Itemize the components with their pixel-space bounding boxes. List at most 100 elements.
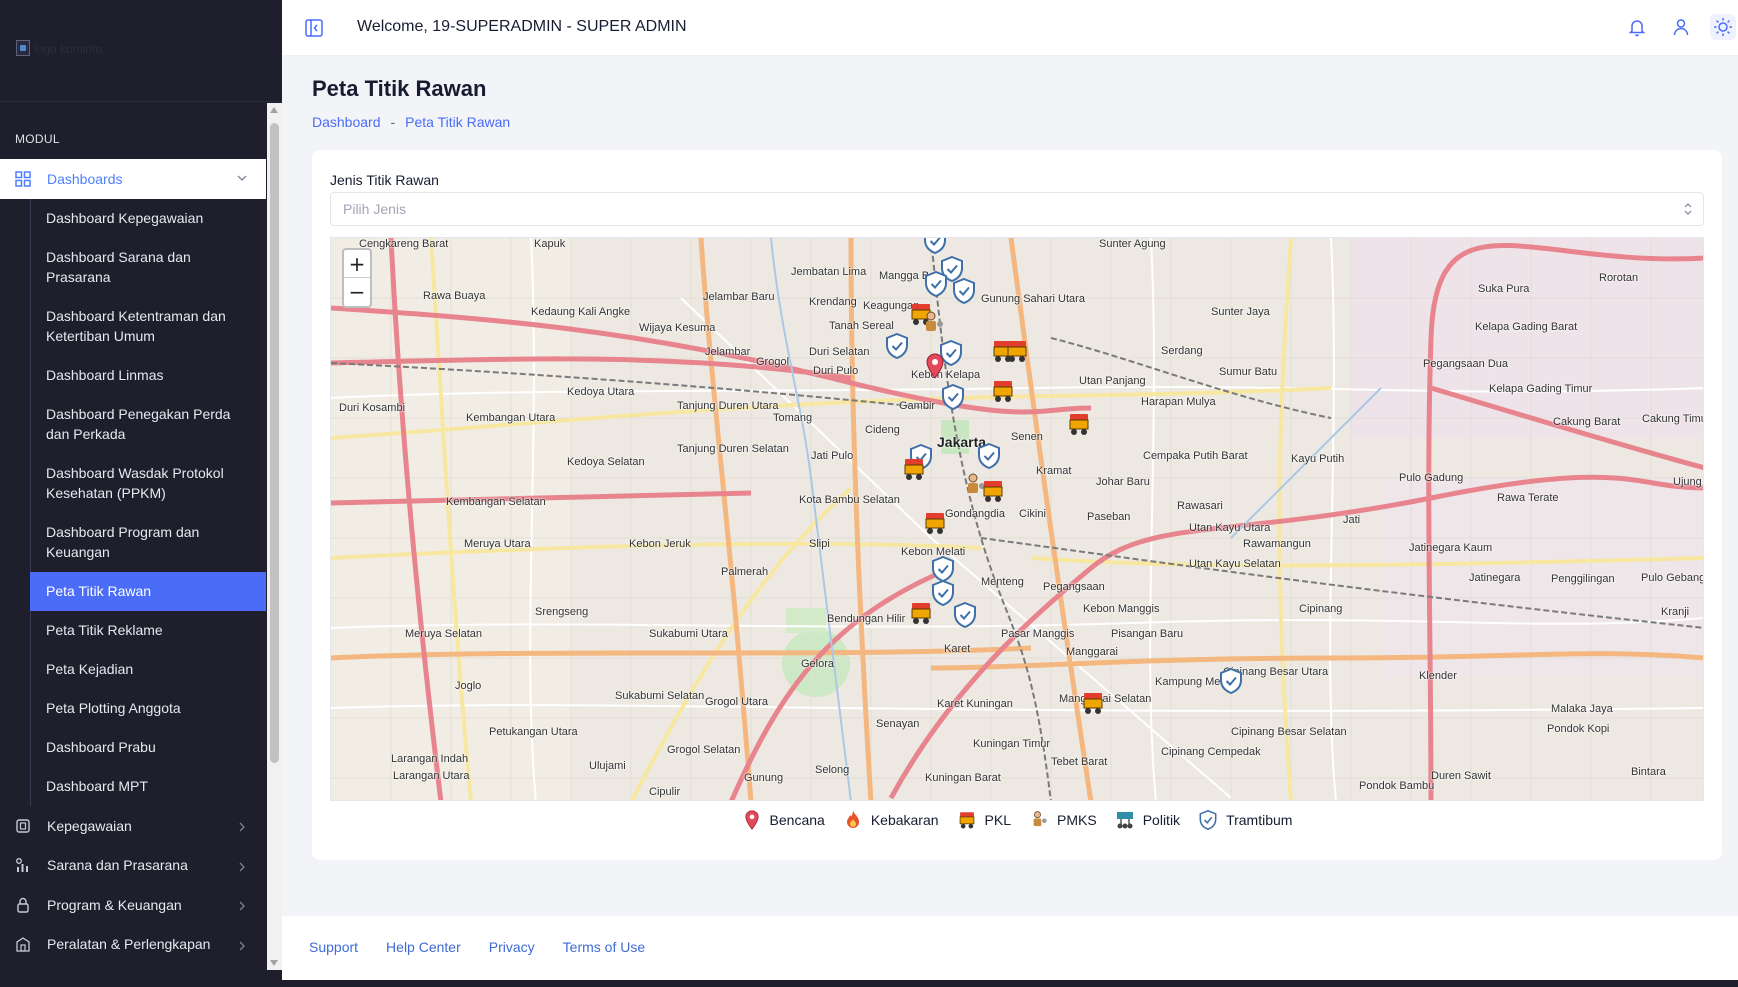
breadcrumb-dashboard[interactable]: Dashboard bbox=[312, 114, 381, 130]
pkl-marker[interactable] bbox=[1005, 338, 1029, 364]
sidebar-item-sarana-prasarana[interactable]: Sarana dan Prasarana bbox=[0, 846, 266, 886]
map-view[interactable]: Cengkareng Barat Kapuk Jembatan Lima Man… bbox=[330, 237, 1704, 801]
chevron-down-icon bbox=[236, 171, 248, 183]
sidebar-subitem-dashboard-wasdak-ppkm[interactable]: Dashboard Wasdak Protokol Kesehatan (PPK… bbox=[31, 454, 266, 513]
map-label: Petukangan Utara bbox=[489, 726, 578, 738]
map-label: Grogol Utara bbox=[705, 696, 768, 708]
zoom-in-button[interactable]: + bbox=[344, 250, 370, 278]
select-arrows-icon bbox=[1683, 202, 1693, 216]
bencana-marker[interactable] bbox=[923, 353, 947, 379]
sidebar-subitem-dashboard-linmas[interactable]: Dashboard Linmas bbox=[31, 356, 266, 395]
jenis-titik-rawan-select[interactable]: Pilih Jenis bbox=[330, 192, 1704, 226]
map-label: Sumur Batu bbox=[1219, 366, 1278, 378]
scroll-up-icon[interactable] bbox=[270, 107, 278, 113]
map-label: Duri Pulo bbox=[813, 365, 859, 377]
user-icon[interactable] bbox=[1670, 16, 1692, 38]
bell-icon[interactable] bbox=[1626, 16, 1648, 38]
map-label: Pisangan Baru bbox=[1111, 628, 1184, 640]
sidebar-subitem-dashboard-program-keuangan[interactable]: Dashboard Program dan Keuangan bbox=[31, 513, 266, 572]
tramtibum-marker[interactable] bbox=[953, 601, 977, 629]
pmks-marker[interactable] bbox=[921, 310, 945, 336]
tramtibum-marker[interactable] bbox=[885, 332, 909, 360]
sidebar-subitem-dashboard-prabu[interactable]: Dashboard Prabu bbox=[31, 728, 266, 767]
legend-label: Politik bbox=[1142, 812, 1181, 828]
scroll-down-icon[interactable] bbox=[270, 960, 278, 966]
scrollbar-thumb[interactable] bbox=[270, 123, 279, 763]
breadcrumb-current[interactable]: Peta Titik Rawan bbox=[405, 114, 510, 130]
map-label: Gondangdia bbox=[945, 508, 1005, 520]
sidebar-item-kepegawaian[interactable]: Kepegawaian bbox=[0, 806, 266, 846]
chevron-right-icon bbox=[236, 820, 248, 832]
sidebar-item-peralatan-perlengkapan[interactable]: Peralatan & Perlengkapan bbox=[0, 925, 266, 965]
map-label: Kota Bambu Selatan bbox=[799, 494, 900, 506]
map-label: Duri Kosambi bbox=[339, 402, 406, 414]
map-label: Johar Baru bbox=[1096, 476, 1150, 488]
dashboards-submenu: Dashboard Kepegawaian Dashboard Sarana d… bbox=[30, 199, 266, 806]
sidebar-toggle-icon[interactable] bbox=[304, 18, 324, 38]
footer-link-privacy[interactable]: Privacy bbox=[489, 939, 535, 955]
map-label: Slipi bbox=[809, 538, 830, 550]
footer-link-terms[interactable]: Terms of Use bbox=[563, 939, 645, 955]
sidebar-subitem-dashboard-penegakan-perda[interactable]: Dashboard Penegakan Perda dan Perkada bbox=[31, 395, 266, 454]
sidebar-scrollbar[interactable] bbox=[267, 103, 282, 970]
protest-icon bbox=[1115, 810, 1135, 830]
map-label: Sukabumi Utara bbox=[649, 628, 728, 640]
sidebar-logo[interactable]: logo kominfo bbox=[0, 0, 282, 102]
map-label: Selong bbox=[815, 764, 850, 776]
pkl-marker[interactable] bbox=[902, 456, 926, 482]
map-label: Rawa Terate bbox=[1497, 492, 1559, 504]
zoom-out-button[interactable]: − bbox=[344, 278, 370, 306]
sun-icon[interactable] bbox=[1710, 14, 1736, 40]
tramtibum-marker[interactable] bbox=[941, 383, 965, 411]
map-label: Karet bbox=[944, 643, 971, 655]
sidebar-item-program-keuangan[interactable]: Program & Keuangan bbox=[0, 885, 266, 925]
sidebar-subitem-dashboard-sarana-prasarana[interactable]: Dashboard Sarana dan Prasarana bbox=[31, 238, 266, 297]
map-label: Krendang bbox=[809, 296, 857, 308]
tramtibum-marker[interactable] bbox=[923, 238, 947, 255]
pkl-marker[interactable] bbox=[923, 510, 947, 536]
tramtibum-marker[interactable] bbox=[977, 442, 1001, 470]
sidebar-item-dashboards[interactable]: Dashboards bbox=[0, 159, 266, 199]
map-label: Suka Pura bbox=[1478, 283, 1530, 295]
sidebar-subitem-peta-titik-rawan[interactable]: Peta Titik Rawan bbox=[30, 572, 266, 611]
pkl-marker[interactable] bbox=[991, 378, 1015, 404]
cart-icon bbox=[957, 810, 977, 830]
map-label: Kranji bbox=[1661, 606, 1690, 618]
tramtibum-marker[interactable] bbox=[1219, 667, 1243, 695]
pkl-marker[interactable] bbox=[981, 478, 1005, 504]
pkl-marker[interactable] bbox=[1081, 690, 1105, 716]
map-label: Pasar Manggis bbox=[1001, 628, 1075, 640]
map-card: Jenis Titik Rawan Pilih Jenis Cengkareng… bbox=[312, 150, 1722, 860]
breadcrumb: Dashboard - Peta Titik Rawan bbox=[312, 114, 510, 130]
sidebar-subitem-peta-kejadian[interactable]: Peta Kejadian bbox=[31, 650, 266, 689]
map-label: Gunung Sahari Utara bbox=[981, 293, 1085, 305]
sidebar-subitem-dashboard-ketentraman[interactable]: Dashboard Ketentraman dan Ketertiban Umu… bbox=[31, 297, 266, 356]
tramtibum-marker[interactable] bbox=[952, 277, 976, 305]
map-label: Bintara bbox=[1631, 766, 1666, 778]
legend-pkl: PKL bbox=[957, 810, 1011, 830]
tramtibum-marker[interactable] bbox=[924, 270, 948, 298]
chevron-right-icon bbox=[236, 899, 248, 911]
sidebar-subitem-dashboard-kepegawaian[interactable]: Dashboard Kepegawaian bbox=[31, 199, 266, 238]
tramtibum-marker[interactable] bbox=[931, 579, 955, 607]
pin-icon bbox=[742, 810, 762, 830]
footer-link-support[interactable]: Support bbox=[309, 939, 358, 955]
breadcrumb-separator: - bbox=[390, 114, 396, 130]
sidebar-subitem-peta-plotting-anggota[interactable]: Peta Plotting Anggota bbox=[31, 689, 266, 728]
map-label: Kelapa Gading Barat bbox=[1475, 321, 1578, 333]
sidebar-subitem-peta-titik-reklame[interactable]: Peta Titik Reklame bbox=[31, 611, 266, 650]
map-label: Pulo Gebang bbox=[1641, 572, 1704, 584]
map-label: Paseban bbox=[1087, 511, 1131, 523]
map-label: Serdang bbox=[1161, 345, 1203, 357]
sidebar-subitem-dashboard-mpt[interactable]: Dashboard MPT bbox=[31, 767, 266, 806]
grid-icon bbox=[15, 171, 31, 187]
map-label: Utan Panjang bbox=[1079, 375, 1146, 387]
map-label: Menteng bbox=[981, 576, 1024, 588]
map-label: Cikini bbox=[1019, 508, 1046, 520]
map-label: Jatinegara Kaum bbox=[1409, 542, 1493, 554]
tramtibum-marker[interactable] bbox=[931, 555, 955, 583]
pkl-marker[interactable] bbox=[909, 600, 933, 626]
footer-link-help-center[interactable]: Help Center bbox=[386, 939, 461, 955]
pkl-marker[interactable] bbox=[1067, 411, 1091, 437]
map-label: Kembangan Selatan bbox=[446, 496, 546, 508]
